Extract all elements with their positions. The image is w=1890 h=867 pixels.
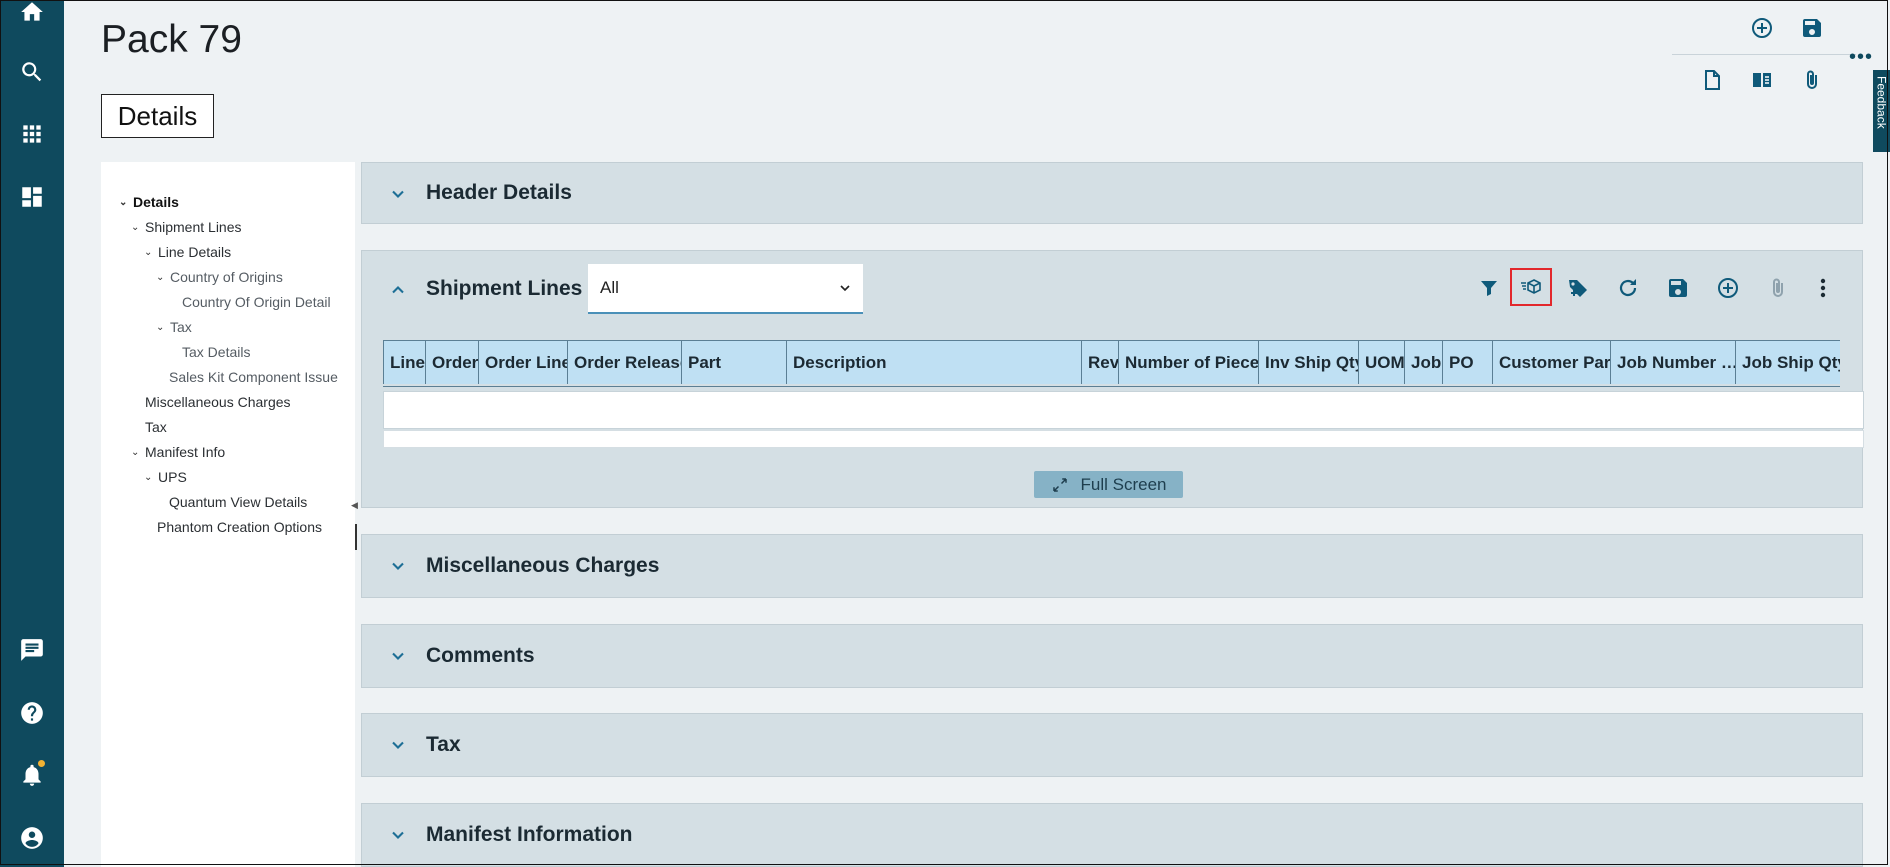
panel-comments: Comments xyxy=(361,624,1863,688)
paperclip-icon[interactable] xyxy=(1798,66,1826,94)
tree-item-sales-kit-component-issue[interactable]: Sales Kit Component Issue xyxy=(169,369,338,385)
chat-icon[interactable] xyxy=(12,630,52,670)
tree-item-miscellaneous-charges[interactable]: Miscellaneous Charges xyxy=(145,394,291,410)
chevron-up-icon[interactable] xyxy=(388,280,408,300)
grid-empty-row xyxy=(383,391,1864,429)
chevron-down-icon[interactable]: ⌄ xyxy=(144,247,154,258)
tag-add-icon[interactable] xyxy=(1563,271,1593,305)
refresh-icon[interactable] xyxy=(1613,271,1643,305)
navigation-tree: ⌄ Details ⌄ Shipment Lines ⌄ Line Details ⌄… xyxy=(101,162,355,867)
full-screen-button[interactable]: Full Screen xyxy=(1034,471,1183,498)
save-icon[interactable] xyxy=(1798,14,1826,42)
column-header-rev[interactable]: Rev xyxy=(1081,341,1118,384)
pack-box-icon[interactable] xyxy=(1510,268,1552,306)
column-header-part[interactable]: Part xyxy=(681,341,786,384)
panel-title[interactable]: Header Details xyxy=(426,181,572,205)
tree-item-tax-details[interactable]: Tax Details xyxy=(182,344,250,360)
column-header-inv-ship-qty[interactable]: Inv Ship Qty xyxy=(1258,341,1358,384)
feedback-tab[interactable]: Feedback xyxy=(1873,70,1890,152)
panel-manifest-information: Manifest Information xyxy=(361,803,1863,867)
panel-splitter[interactable] xyxy=(355,524,357,550)
chevron-down-icon[interactable] xyxy=(388,825,408,845)
column-header-order-release[interactable]: Order Release xyxy=(567,341,681,384)
account-icon[interactable] xyxy=(12,818,52,858)
dashboard-icon[interactable] xyxy=(12,177,52,217)
panel-title[interactable]: Comments xyxy=(426,644,535,668)
column-header-uom[interactable]: UOM xyxy=(1358,341,1404,384)
column-header-po[interactable]: PO xyxy=(1442,341,1492,384)
tab-details[interactable]: Details xyxy=(101,94,214,138)
column-header-description[interactable]: Description xyxy=(786,341,1081,384)
add-circle-icon[interactable] xyxy=(1748,14,1776,42)
notification-dot xyxy=(38,760,45,767)
column-header-order-line[interactable]: Order Line xyxy=(478,341,567,384)
tree-item-line-details[interactable]: ⌄ Line Details xyxy=(144,244,231,260)
tree-item-country-of-origins[interactable]: ⌄ Country of Origins xyxy=(156,269,283,285)
column-header-customer-part[interactable]: Customer Part xyxy=(1492,341,1610,384)
panel-title[interactable]: Manifest Information xyxy=(426,823,633,847)
tree-item-country-of-origin-detail[interactable]: Country Of Origin Detail xyxy=(182,294,331,310)
tree-item-tax[interactable]: Tax xyxy=(145,419,167,435)
collapse-tree-handle[interactable]: ◀ xyxy=(351,500,358,511)
filter-select-value: All xyxy=(600,278,619,297)
toolbar-divider xyxy=(1672,54,1856,55)
chevron-down-icon xyxy=(840,285,850,292)
panel-miscellaneous-charges: Miscellaneous Charges xyxy=(361,534,1863,598)
chevron-down-icon[interactable] xyxy=(388,735,408,755)
chevron-down-icon[interactable]: ⌄ xyxy=(119,197,129,208)
panel-title[interactable]: Miscellaneous Charges xyxy=(426,554,659,578)
filter-select[interactable]: All xyxy=(588,264,863,314)
chevron-down-icon[interactable]: ⌄ xyxy=(156,272,166,283)
column-header-job-number[interactable]: Job Number … xyxy=(1610,341,1735,384)
panel-shipment-lines: Shipment Lines All Line Order Order Line… xyxy=(361,250,1864,508)
tree-item-manifest-info[interactable]: ⌄ Manifest Info xyxy=(131,444,225,460)
apps-grid-icon[interactable] xyxy=(12,114,52,154)
app-rail xyxy=(0,0,64,867)
more-vertical-icon[interactable] xyxy=(1808,271,1838,305)
home-icon[interactable] xyxy=(12,0,52,32)
help-icon[interactable] xyxy=(12,693,52,733)
full-screen-label: Full Screen xyxy=(1080,474,1167,494)
panel-tax: Tax xyxy=(361,713,1863,777)
panel-header-details: Header Details xyxy=(361,162,1863,224)
tree-item-details[interactable]: ⌄ Details xyxy=(119,194,179,210)
tree-item-ups[interactable]: ⌄ UPS xyxy=(144,469,187,485)
chevron-down-icon[interactable]: ⌄ xyxy=(156,322,166,333)
add-circle-icon[interactable] xyxy=(1713,271,1743,305)
page-title: Pack 79 xyxy=(101,18,242,61)
bell-icon[interactable] xyxy=(12,755,52,795)
column-header-order[interactable]: Order xyxy=(425,341,478,384)
paperclip-icon[interactable] xyxy=(1763,271,1793,305)
chevron-down-icon[interactable] xyxy=(388,646,408,666)
grid-horizontal-scrollbar[interactable] xyxy=(383,430,1864,448)
chevron-down-icon[interactable] xyxy=(388,184,408,204)
expand-icon xyxy=(1052,477,1067,492)
chevron-down-icon[interactable] xyxy=(388,556,408,576)
chevron-down-icon[interactable]: ⌄ xyxy=(144,472,154,483)
column-header-line[interactable]: Line xyxy=(383,341,425,384)
panel-title[interactable]: Tax xyxy=(426,733,461,757)
grid-header-row: Line Order Order Line Order Release Part… xyxy=(383,340,1840,387)
column-header-job-ship-qty[interactable]: Job Ship Qty xyxy=(1735,341,1840,384)
column-header-number-of-pieces[interactable]: Number of Pieces xyxy=(1118,341,1258,384)
tree-item-phantom-creation-options[interactable]: Phantom Creation Options xyxy=(157,519,322,535)
tree-item-shipment-lines[interactable]: ⌄ Shipment Lines xyxy=(131,219,242,235)
chevron-down-icon[interactable]: ⌄ xyxy=(131,447,141,458)
book-icon[interactable] xyxy=(1748,66,1776,94)
save-icon[interactable] xyxy=(1663,271,1693,305)
column-header-job[interactable]: Job xyxy=(1404,341,1442,384)
search-icon[interactable] xyxy=(12,52,52,92)
tree-item-line-tax[interactable]: ⌄ Tax xyxy=(156,319,192,335)
filter-icon[interactable] xyxy=(1474,271,1504,305)
panel-title[interactable]: Shipment Lines xyxy=(426,277,582,301)
new-document-icon[interactable] xyxy=(1698,66,1726,94)
tree-item-quantum-view-details[interactable]: Quantum View Details xyxy=(169,494,307,510)
chevron-down-icon[interactable]: ⌄ xyxy=(131,222,141,233)
more-options-icon[interactable]: ••• xyxy=(1849,46,1873,69)
